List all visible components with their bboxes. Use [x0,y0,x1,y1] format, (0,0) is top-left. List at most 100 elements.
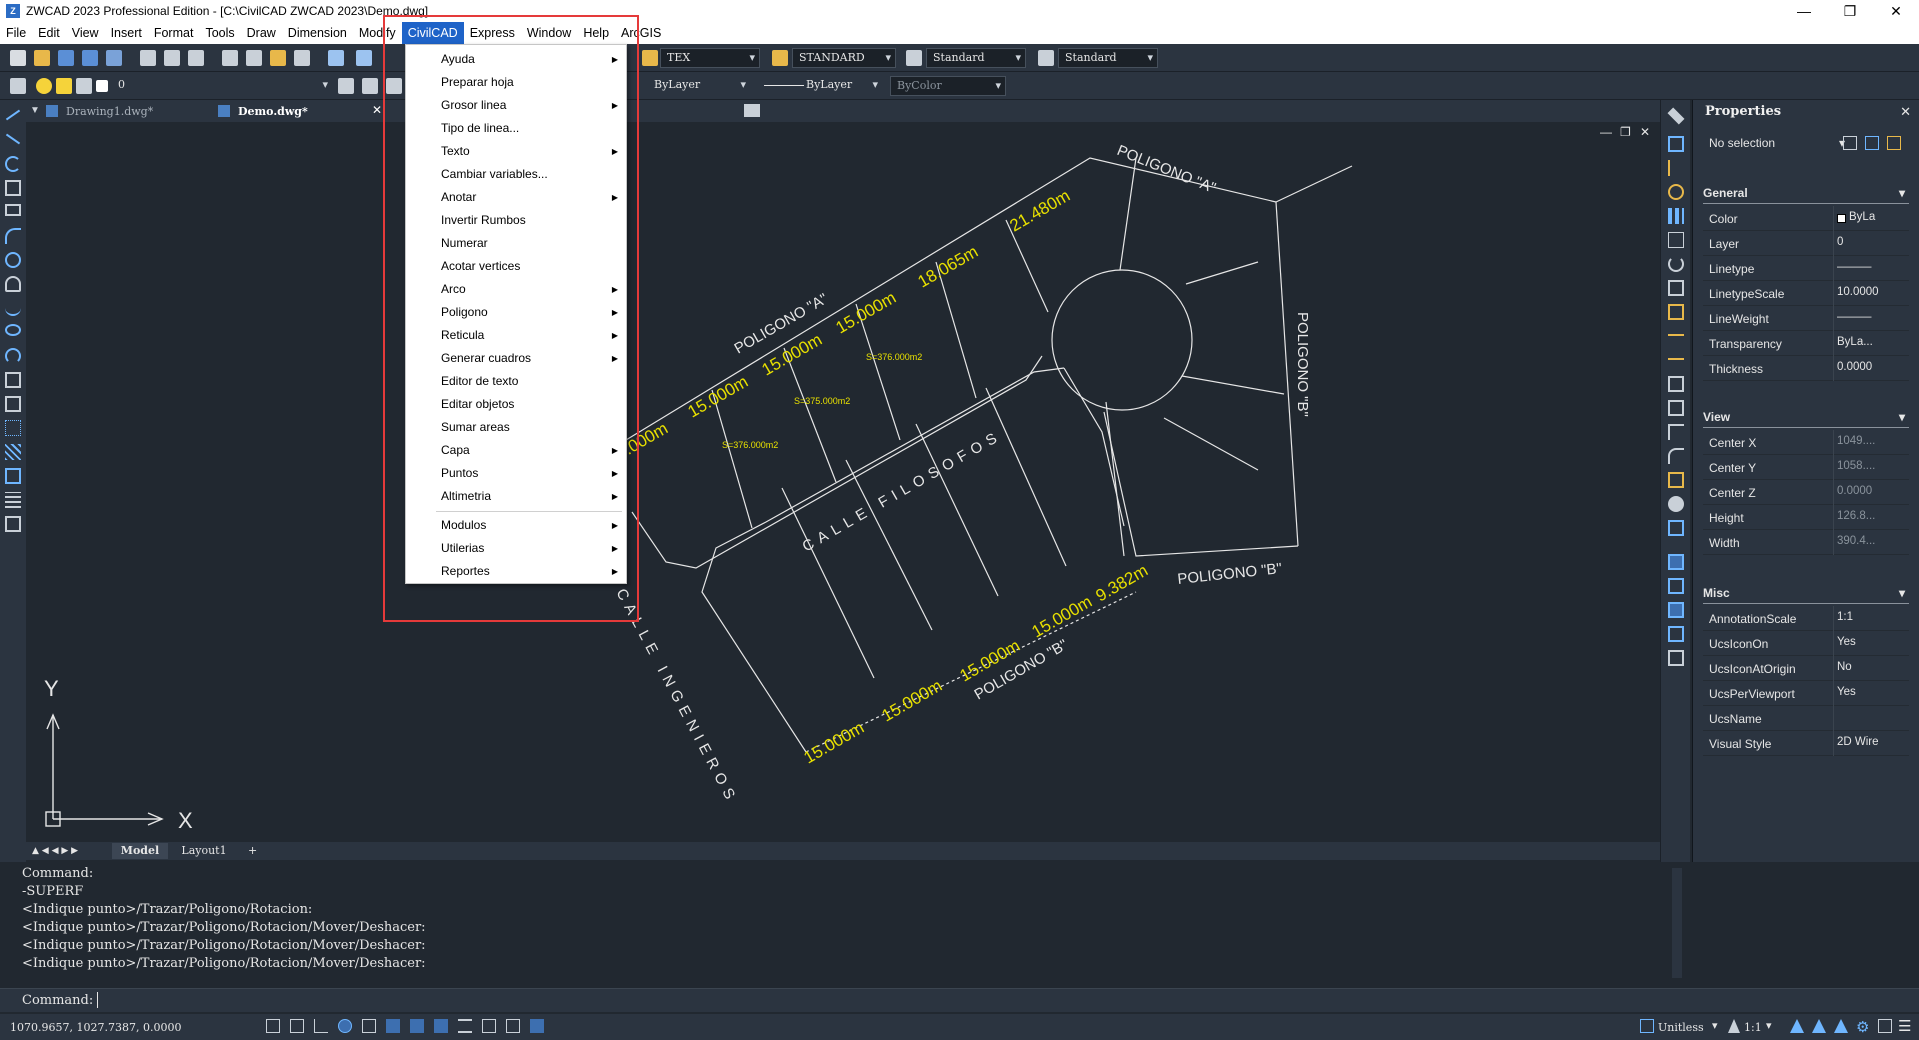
prop-row[interactable]: Transparency ByLa... [1703,331,1909,356]
layer-select[interactable]: 0 [112,76,332,96]
insert-block-icon[interactable] [5,372,21,388]
break-icon[interactable] [1668,376,1684,392]
prop-row[interactable]: UcsPerViewport Yes [1703,681,1909,706]
minimize-button[interactable]: — [1781,0,1827,22]
section-misc[interactable]: Misc [1703,586,1909,604]
trim-icon[interactable] [1668,328,1684,336]
color-select[interactable]: ByLayer [630,76,750,96]
prop-row[interactable]: AnnotationScale 1:1 [1703,606,1909,631]
menu-edit[interactable]: Edit [32,22,66,44]
hamburger-icon[interactable]: ☰ [1898,1017,1911,1035]
ortho-icon[interactable] [314,1019,328,1033]
match-properties-icon[interactable] [294,50,310,66]
menu-draw[interactable]: Draw [241,22,282,44]
draworder-under-icon[interactable] [1668,626,1684,642]
prop-row[interactable]: Center Z 0.0000 [1703,480,1909,505]
open-folder-icon[interactable] [34,50,50,66]
drawing-canvas[interactable]: POLIGONO "A" POLIGONO "A" POLIGONO "B" P… [26,122,1660,842]
menu-tools[interactable]: Tools [199,22,240,44]
revcloud-icon[interactable] [5,276,21,292]
mirror-icon[interactable] [1668,160,1684,176]
menu-format[interactable]: Format [148,22,200,44]
prop-row[interactable]: LineWeight ——— [1703,306,1909,331]
selection-select[interactable]: No selection ▾ [1703,132,1845,154]
select-objects-icon[interactable] [1843,136,1857,150]
plot-preview-icon[interactable] [164,50,180,66]
workspace-icon[interactable] [1834,1019,1848,1033]
undo-icon[interactable] [328,50,344,66]
tab-menu-icon[interactable]: ▼ [30,105,40,116]
pickadd-icon[interactable] [1887,136,1901,150]
print-icon[interactable] [140,50,156,66]
clean-screen-icon[interactable] [1878,1019,1892,1033]
prop-row[interactable]: Thickness 0.0000 [1703,356,1909,381]
array-icon[interactable] [1668,208,1684,224]
line-icon[interactable] [5,109,21,121]
linetype-select[interactable]: ByLayer [758,76,882,96]
offset-icon[interactable] [1668,184,1684,200]
extend-icon[interactable] [1668,352,1684,360]
viewport-minimize-button[interactable]: — [1600,125,1612,139]
rectangle-icon[interactable] [5,204,21,216]
publish-icon[interactable] [188,50,204,66]
xline-icon[interactable] [5,133,21,145]
region-icon[interactable] [5,468,21,484]
prop-row[interactable]: Center Y 1058.... [1703,455,1909,480]
dynamic-input-icon[interactable] [434,1019,448,1033]
polar-icon[interactable] [338,1019,352,1033]
menu-insert[interactable]: Insert [105,22,148,44]
draworder-back-icon[interactable] [1668,578,1684,594]
tab-close-icon[interactable]: ✕ [372,103,382,117]
hatch-icon[interactable] [5,444,21,460]
polygon-icon[interactable] [5,180,21,196]
snap-icon[interactable] [290,1019,304,1033]
join-icon[interactable] [1668,400,1684,416]
gear-icon[interactable]: ⚙ [1856,1018,1869,1036]
save-icon[interactable] [58,50,74,66]
prop-row[interactable]: Color ByLa [1703,206,1909,231]
redo-icon[interactable] [356,50,372,66]
selection-cycling-icon[interactable] [506,1019,520,1033]
make-block-icon[interactable] [5,396,21,412]
units-select[interactable]: Unitless [1658,1021,1704,1034]
ellipse-arc-icon[interactable] [5,348,21,364]
command-scrollbar[interactable] [1672,868,1682,978]
rotate-icon[interactable] [1668,256,1684,272]
tab-model[interactable]: Model [112,843,168,859]
otrack-icon[interactable] [386,1019,400,1033]
prop-row[interactable]: Height 126.8... [1703,505,1909,530]
add-layout-button[interactable]: + [248,843,257,859]
align-icon[interactable] [1668,520,1684,536]
table-icon[interactable] [5,492,21,508]
paste-icon[interactable] [270,50,286,66]
explode-icon[interactable] [1668,472,1684,488]
text-style-select[interactable]: TEX [660,48,760,68]
quick-select-icon[interactable] [1865,136,1879,150]
table-style-select[interactable]: Standard [926,48,1026,68]
prop-row[interactable]: UcsIconAtOrigin No [1703,656,1909,681]
prop-row[interactable]: Width 390.4... [1703,530,1909,555]
menu-dimension[interactable]: Dimension [282,22,353,44]
restore-button[interactable]: ❐ [1827,0,1873,22]
mtext-icon[interactable] [5,516,21,532]
section-general[interactable]: General [1703,186,1909,204]
draworder-front-icon[interactable] [1668,554,1684,570]
new-file-icon[interactable] [10,50,26,66]
dim-style-select[interactable]: STANDARD [792,48,896,68]
annotation-scale-select[interactable]: 1:1 [1744,1021,1762,1034]
stretch-icon[interactable] [1668,304,1684,320]
menu-file[interactable]: File [0,22,32,44]
viewport-restore-button[interactable]: ❐ [1620,125,1631,139]
polyline-icon[interactable] [5,156,21,172]
menu-view[interactable]: View [66,22,105,44]
prop-row[interactable]: Linetype ——— [1703,256,1909,281]
lineweight-select[interactable]: ByColor [890,76,1006,96]
layer-manager-icon[interactable] [10,78,26,94]
spline-icon[interactable] [5,300,21,316]
arc-icon[interactable] [5,228,21,244]
tab-first-icon[interactable]: ▲ ◀ ◀ ▶ ▶ [32,843,78,859]
annotation-visibility-icon[interactable] [1790,1019,1804,1033]
grid-icon[interactable] [266,1019,280,1033]
move-icon[interactable] [1668,232,1684,248]
prop-row[interactable]: UcsIconOn Yes [1703,631,1909,656]
